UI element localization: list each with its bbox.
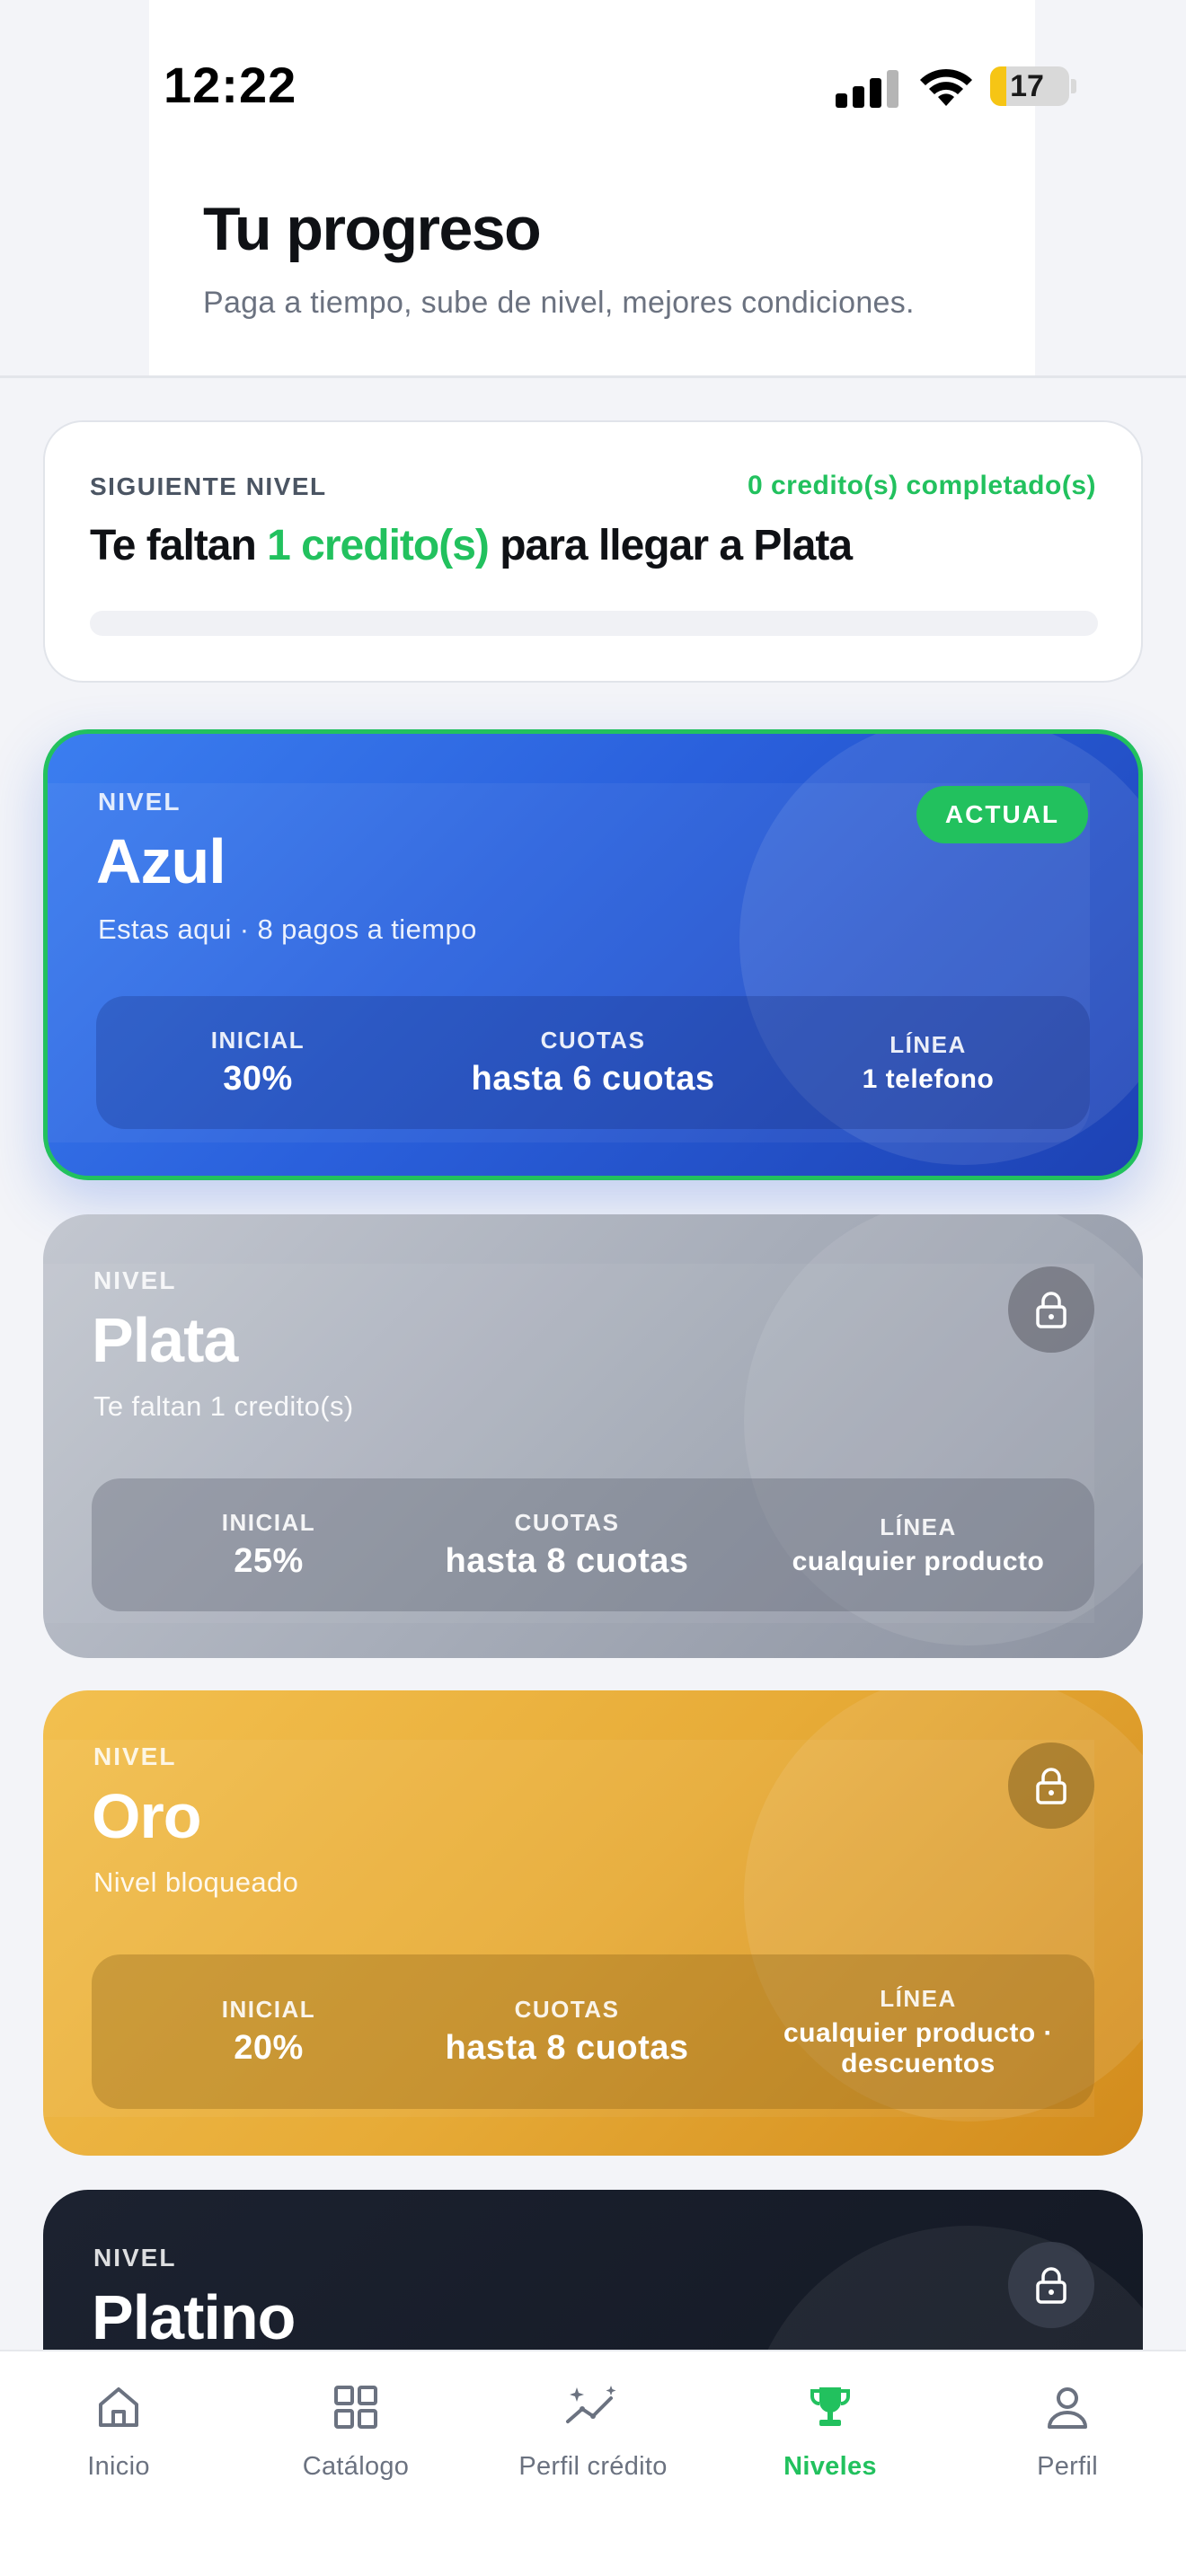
stat-label: LÍNEA (880, 1984, 957, 2012)
lock-icon (1036, 1292, 1067, 1328)
nav-label: Inicio (87, 2452, 150, 2481)
level-description: Nivel bloqueado (93, 1866, 299, 1898)
wifi-icon (920, 68, 972, 106)
level-name: Oro (92, 1781, 201, 1851)
grid-icon (327, 2378, 385, 2436)
bottom-nav: Inicio Catálogo Perfil crédito Niveles P… (0, 2350, 1186, 2576)
home-icon (90, 2378, 147, 2436)
level-stats: INICIAL 20% CUOTAS hasta 8 cuotas LÍNEA … (92, 1954, 1094, 2109)
battery-cap (1071, 79, 1076, 93)
level-name: Plata (92, 1305, 238, 1375)
next-level-headline: Te faltan 1 credito(s) para llegar a Pla… (90, 521, 853, 570)
stat-label: CUOTAS (514, 1996, 620, 2023)
stat-value: 20% (234, 2029, 304, 2067)
level-card-plata[interactable]: NIVEL Plata Te faltan 1 credito(s) INICI… (43, 1214, 1143, 1658)
level-stats: INICIAL 30% CUOTAS hasta 6 cuotas LÍNEA … (96, 996, 1090, 1129)
stat-value: hasta 6 cuotas (471, 1060, 715, 1098)
headline-prefix: Te faltan (90, 522, 268, 569)
stat-cuotas: CUOTAS hasta 6 cuotas (420, 996, 766, 1129)
stat-value: cualquier producto · descuentos (783, 2017, 1053, 2078)
headline-suffix: para llegar a Plata (488, 522, 853, 569)
stat-cuotas: CUOTAS hasta 8 cuotas (392, 1954, 742, 2109)
stat-label: CUOTAS (540, 1027, 646, 1054)
stat-value: hasta 8 cuotas (445, 1542, 689, 1580)
level-name: Platino (92, 2282, 296, 2352)
level-description: Te faltan 1 credito(s) (93, 1390, 354, 1422)
level-label: NIVEL (93, 2244, 177, 2272)
stat-linea: LÍNEA 1 telefono (766, 996, 1090, 1129)
nav-label: Niveles (783, 2452, 877, 2481)
stat-value: 25% (234, 1542, 304, 1580)
stat-value: 1 telefono (862, 1063, 995, 1094)
level-label: NIVEL (93, 1742, 177, 1770)
trophy-icon (801, 2378, 859, 2436)
level-card-azul[interactable]: NIVEL Azul Estas aqui · 8 pagos a tiempo… (43, 729, 1143, 1180)
next-level-label: SIGUIENTE NIVEL (90, 472, 327, 500)
signal-icon (836, 68, 900, 108)
stat-label: INICIAL (221, 1996, 316, 2023)
stat-value: cualquier producto (792, 1546, 1045, 1576)
stat-cuotas: CUOTAS hasta 8 cuotas (392, 1478, 742, 1611)
level-name: Azul (96, 826, 226, 896)
nav-label: Perfil crédito (518, 2452, 668, 2481)
nav-perfil[interactable]: Perfil (949, 2378, 1186, 2513)
trend-sparkle-icon (564, 2378, 622, 2436)
credits-completed: 0 credito(s) completado(s) (747, 471, 1096, 500)
nav-perfil-credito[interactable]: Perfil crédito (474, 2378, 712, 2513)
battery-level: 17 (1010, 68, 1044, 103)
stat-inicial: INICIAL 30% (96, 996, 420, 1129)
lock-icon (1036, 1768, 1067, 1804)
stat-label: INICIAL (221, 1509, 316, 1536)
nav-niveles[interactable]: Niveles (712, 2378, 949, 2513)
nav-label: Catálogo (302, 2452, 410, 2481)
lock-button[interactable] (1008, 2242, 1094, 2328)
page-subtitle: Paga a tiempo, sube de nivel, mejores co… (203, 286, 915, 320)
nav-inicio[interactable]: Inicio (0, 2378, 237, 2513)
lock-button[interactable] (1008, 1266, 1094, 1353)
stat-label: INICIAL (210, 1027, 305, 1054)
stat-label: CUOTAS (514, 1509, 620, 1536)
battery-icon: 17 (990, 66, 1069, 106)
level-description: Estas aqui · 8 pagos a tiempo (98, 913, 477, 945)
lock-button[interactable] (1008, 1742, 1094, 1829)
headline-highlight: 1 credito(s) (267, 522, 490, 569)
lock-icon (1036, 2267, 1067, 2304)
level-card-oro[interactable]: NIVEL Oro Nivel bloqueado INICIAL 20% CU… (43, 1690, 1143, 2156)
stat-linea: LÍNEA cualquier producto (748, 1478, 1089, 1611)
level-label: NIVEL (93, 1266, 177, 1294)
stat-linea: LÍNEA cualquier producto · descuentos (757, 1954, 1080, 2109)
nav-catalogo[interactable]: Catálogo (237, 2378, 474, 2513)
stat-label: LÍNEA (890, 1030, 967, 1058)
page-title: Tu progreso (203, 195, 542, 263)
nav-label: Perfil (1037, 2452, 1098, 2481)
next-level-progress-bar (90, 611, 1098, 636)
stat-value: hasta 8 cuotas (445, 2029, 689, 2067)
status-time: 12:22 (164, 57, 297, 113)
level-label: NIVEL (98, 788, 181, 816)
status-icons: 17 (836, 63, 1078, 110)
next-level-card: SIGUIENTE NIVEL 0 credito(s) completado(… (43, 420, 1143, 683)
stat-value: 30% (223, 1060, 293, 1098)
user-icon (1039, 2378, 1096, 2436)
current-level-badge: ACTUAL (916, 786, 1088, 843)
header-area: 12:22 17 Tu progreso Paga a tiempo, sube… (0, 0, 1186, 378)
header-divider (0, 375, 1186, 378)
level-stats: INICIAL 25% CUOTAS hasta 8 cuotas LÍNEA … (92, 1478, 1094, 1611)
stat-label: LÍNEA (880, 1513, 957, 1540)
